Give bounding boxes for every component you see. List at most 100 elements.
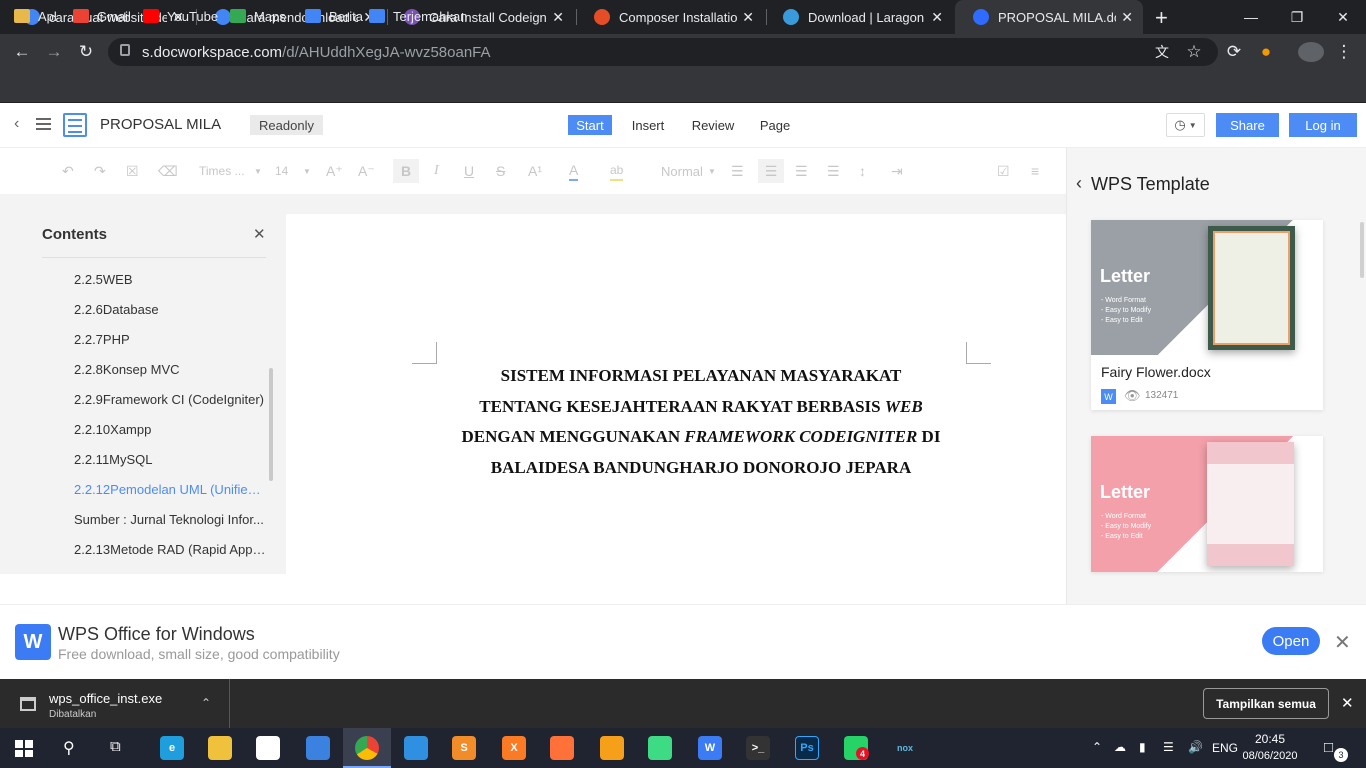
menu-tab-insert[interactable]: Insert <box>628 115 668 135</box>
vscode-icon[interactable] <box>404 736 428 760</box>
format-painter-icon[interactable]: ☒ <box>126 161 139 181</box>
toc-item[interactable]: 2.2.10Xampp <box>74 422 266 437</box>
back-chevron-icon[interactable]: ‹ <box>14 115 19 133</box>
underline-icon[interactable]: U <box>464 161 474 181</box>
edge-icon[interactable]: e <box>160 736 184 760</box>
notification-center-icon[interactable]: □ <box>1324 739 1333 756</box>
file-explorer-icon[interactable] <box>208 736 232 760</box>
avast-icon[interactable] <box>600 736 624 760</box>
download-chevron-icon[interactable]: ⌃ <box>201 696 211 710</box>
template-name[interactable]: Fairy Flower.docx <box>1101 364 1211 380</box>
bookmark-star-icon[interactable]: ☆ <box>1184 42 1204 62</box>
browser-tab[interactable]: Download | Laragon - p ✕ <box>765 0 953 34</box>
menu-tab-review[interactable]: Review <box>690 115 736 135</box>
history-dropdown[interactable]: ◷ ▼ <box>1166 113 1205 137</box>
xampp-icon[interactable]: X <box>502 736 526 760</box>
toc-item[interactable]: 2.2.9Framework CI (CodeIgniter) <box>74 392 266 407</box>
photoshop-icon[interactable]: Ps <box>795 736 819 760</box>
highlight-icon[interactable]: ab <box>610 161 624 181</box>
whatsapp-icon[interactable]: 4 <box>844 736 869 760</box>
language-indicator[interactable]: ENG <box>1212 741 1238 755</box>
maximize-button[interactable]: ❐ <box>1274 0 1320 34</box>
hamburger-menu-icon[interactable] <box>36 118 51 130</box>
italic-icon[interactable]: I <box>434 161 439 181</box>
banner-open-button[interactable]: Open <box>1262 627 1320 655</box>
redo-icon[interactable]: ↷ <box>94 161 106 181</box>
template-card[interactable]: Letter - Word Format - Easy to Modify - … <box>1091 220 1323 410</box>
bookmark-item[interactable]: Apl <box>14 6 57 26</box>
font-family-select[interactable]: Times ... <box>199 161 251 181</box>
template-back-icon[interactable]: ‹ <box>1076 173 1082 194</box>
toc-item[interactable]: Sumber : Jurnal Teknologi Infor... <box>74 512 266 527</box>
tray-chevron-icon[interactable]: ⌃ <box>1092 740 1102 754</box>
template-card[interactable]: Letter - Word Format - Easy to Modify - … <box>1091 436 1323 572</box>
login-button[interactable]: Log in <box>1289 113 1357 137</box>
strikethrough-icon[interactable]: S <box>496 161 505 181</box>
terminal-icon[interactable]: >_ <box>746 736 770 760</box>
close-tab-icon[interactable]: ✕ <box>1121 9 1133 26</box>
forward-icon[interactable]: → <box>44 42 64 62</box>
task-view-icon[interactable]: ⧉ <box>110 738 121 755</box>
browser-tab[interactable]: Composer Installation - ✕ <box>576 0 764 34</box>
cloud-icon[interactable]: ☁ <box>1114 740 1126 754</box>
translate-page-icon[interactable]: 文 <box>1152 42 1172 62</box>
android-icon[interactable] <box>648 736 672 760</box>
chrome-icon[interactable] <box>355 736 379 760</box>
document-title[interactable]: PROPOSAL MILA <box>100 116 221 133</box>
template-thumbnail[interactable]: Letter - Word Format - Easy to Modify - … <box>1091 436 1323 572</box>
justify-icon[interactable]: ☰ <box>827 161 840 181</box>
close-tab-icon[interactable]: ✕ <box>552 9 564 26</box>
toc-item[interactable]: 2.2.11MySQL <box>74 452 266 467</box>
banner-close-icon[interactable]: ✕ <box>1334 630 1351 655</box>
menu-tab-page[interactable]: Page <box>758 115 792 135</box>
firefox-icon[interactable] <box>550 736 574 760</box>
template-scrollbar[interactable] <box>1360 222 1364 278</box>
line-spacing-icon[interactable]: ↕ <box>859 161 866 181</box>
checkbox-icon[interactable]: ☑ <box>997 161 1010 181</box>
menu-tab-start[interactable]: Start <box>568 115 612 135</box>
share-button[interactable]: Share <box>1216 113 1279 137</box>
toc-item[interactable]: 2.2.7PHP <box>74 332 266 347</box>
align-center-icon[interactable]: ☰ <box>758 159 784 183</box>
bookmark-item[interactable]: Terjemahkan <box>369 6 467 26</box>
indent-icon[interactable]: ⇥ <box>891 161 903 181</box>
address-bar[interactable]: s.docworkspace.com/d/AHUddhXegJA-wvz58oa… <box>108 38 1218 66</box>
eraser-icon[interactable]: ⌫ <box>158 161 178 181</box>
paragraph-style-select[interactable]: Normal <box>661 161 703 181</box>
bookmark-item[interactable]: Maps <box>230 6 286 26</box>
align-right-icon[interactable]: ☰ <box>795 161 808 181</box>
toc-item[interactable]: 2.2.13Metode RAD (Rapid Appli... <box>74 542 266 557</box>
bookmark-item[interactable]: Berita <box>305 6 363 26</box>
close-contents-icon[interactable]: ✕ <box>253 225 266 243</box>
nox-icon[interactable]: nox <box>893 736 917 760</box>
wps-office-icon[interactable]: W <box>698 736 722 760</box>
superscript-icon[interactable]: A¹ <box>528 161 542 181</box>
align-left-icon[interactable]: ☰ <box>731 161 744 181</box>
close-window-button[interactable]: ✕ <box>1320 0 1366 34</box>
volume-icon[interactable]: 🔊 <box>1188 740 1203 754</box>
toc-item[interactable]: 2.2.5WEB <box>74 272 266 287</box>
chrome-menu-icon[interactable]: ⋮ <box>1334 42 1354 62</box>
bookmark-item[interactable]: YouTube <box>143 6 218 26</box>
reload-icon[interactable]: ↻ <box>76 42 96 62</box>
clock-date[interactable]: 08/06/2020 <box>1238 750 1302 762</box>
search-icon[interactable]: ⚲ <box>63 738 75 758</box>
back-icon[interactable]: ← <box>12 42 32 62</box>
store-icon[interactable] <box>256 736 280 760</box>
mail-icon[interactable] <box>306 736 330 760</box>
grow-font-icon[interactable]: A⁺ <box>326 161 343 181</box>
extension-icon[interactable]: ● <box>1256 42 1276 62</box>
show-all-downloads-button[interactable]: Tampilkan semua <box>1203 688 1329 719</box>
close-tab-icon[interactable]: ✕ <box>742 9 754 26</box>
undo-icon[interactable]: ↶ <box>62 161 74 181</box>
windows-start-icon[interactable] <box>15 740 33 757</box>
bold-icon[interactable]: B <box>393 159 419 183</box>
wifi-icon[interactable]: ☰ <box>1163 740 1174 754</box>
bookmark-item[interactable]: Gmail <box>73 6 131 26</box>
contents-scrollbar[interactable] <box>269 368 273 481</box>
font-size-select[interactable]: 14 <box>275 161 288 181</box>
close-tab-icon[interactable]: ✕ <box>931 9 943 26</box>
shrink-font-icon[interactable]: A⁻ <box>358 161 375 181</box>
profile-avatar[interactable] <box>1298 42 1324 62</box>
template-thumbnail[interactable]: Letter - Word Format - Easy to Modify - … <box>1091 220 1323 355</box>
